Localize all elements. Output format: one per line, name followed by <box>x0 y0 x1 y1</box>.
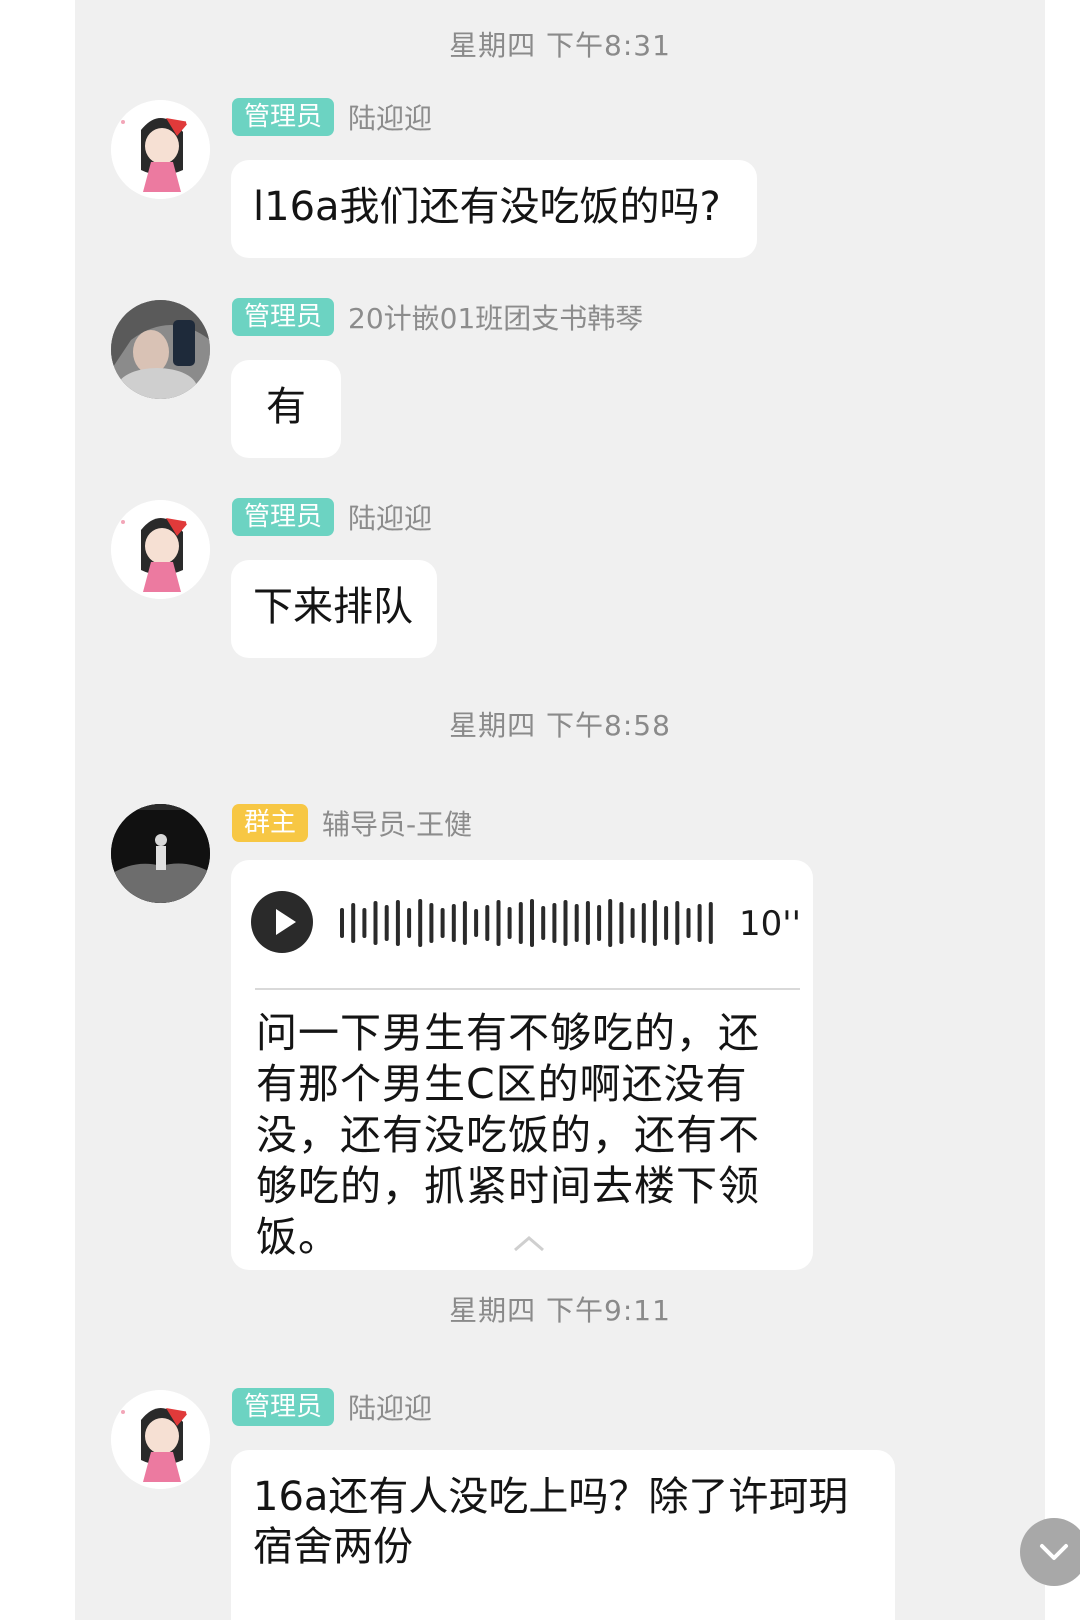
waveform-bar <box>563 900 568 946</box>
message-bubble[interactable]: 有 <box>231 360 341 458</box>
message-meta: 管理员 陆迎迎 <box>232 98 432 136</box>
admin-badge: 管理员 <box>232 498 335 536</box>
waveform-bar <box>652 900 657 946</box>
sender-name[interactable]: 陆迎迎 <box>348 1387 432 1427</box>
avatar[interactable] <box>111 1390 210 1489</box>
waveform-bar <box>518 902 523 944</box>
waveform-bar <box>597 905 602 941</box>
waveform-bar <box>496 900 501 946</box>
message-meta: 管理员 陆迎迎 <box>232 1388 432 1426</box>
scroll-down-button[interactable] <box>1020 1518 1080 1586</box>
voice-duration: 10'' <box>739 904 801 944</box>
waveform-bar <box>351 903 356 943</box>
admin-badge: 管理员 <box>232 1388 335 1426</box>
avatar[interactable] <box>111 804 210 903</box>
avatar[interactable] <box>111 100 210 199</box>
waveform-bar <box>373 901 378 945</box>
sender-name[interactable]: 辅导员-王健 <box>322 803 472 843</box>
divider <box>255 988 800 990</box>
waveform-bar <box>574 904 579 942</box>
waveform-bar <box>395 900 400 946</box>
avatar-cartoon-girl-icon <box>111 1390 210 1489</box>
avatar-cartoon-girl-icon <box>111 500 210 599</box>
avatar-stage-photo-icon <box>111 804 210 903</box>
voice-message-bubble[interactable]: 10'' 问一下男生有不够吃的，还有那个男生C区的啊还没有没，还有没吃饭的，还有… <box>231 860 813 1270</box>
avatar-photo-icon <box>111 300 210 399</box>
avatar[interactable] <box>111 500 210 599</box>
waveform-bar <box>697 904 702 942</box>
waveform-bar <box>552 903 557 943</box>
waveform-bar <box>630 908 635 938</box>
avatar-cartoon-girl-icon <box>111 100 210 199</box>
message-meta: 管理员 20计嵌01班团支书韩琴 <box>232 298 643 336</box>
timestamp: 星期四 下午8:58 <box>449 709 671 742</box>
waveform-bar <box>675 901 680 945</box>
admin-badge: 管理员 <box>232 98 335 136</box>
waveform-bar <box>686 908 691 938</box>
message-meta: 群主 辅导员-王健 <box>232 804 472 842</box>
waveform-bar <box>619 902 624 944</box>
owner-badge: 群主 <box>232 804 309 842</box>
avatar[interactable] <box>111 300 210 399</box>
message-bubble[interactable]: 下来排队 <box>231 560 437 658</box>
play-icon[interactable] <box>251 891 313 953</box>
message-bubble[interactable]: l16a我们还有没吃饭的吗? <box>231 160 757 258</box>
timestamp: 星期四 下午8:31 <box>449 29 671 62</box>
sender-name[interactable]: 陆迎迎 <box>348 497 432 537</box>
message-meta: 管理员 陆迎迎 <box>232 498 432 536</box>
waveform-bar <box>641 903 646 943</box>
collapse-chevron-icon[interactable] <box>511 1232 547 1254</box>
waveform-bar <box>340 908 344 938</box>
waveform-bar <box>541 906 546 940</box>
waveform-bar <box>485 905 490 941</box>
waveform-bar <box>429 903 434 943</box>
sender-name[interactable]: 20计嵌01班团支书韩琴 <box>348 297 643 337</box>
waveform-bar <box>507 907 512 939</box>
waveform-bar <box>362 908 367 938</box>
waveform-bar <box>407 908 412 938</box>
waveform-bar <box>664 906 669 940</box>
voice-waveform-icon <box>340 899 713 947</box>
waveform-bar <box>384 905 389 941</box>
waveform-bar <box>708 902 713 944</box>
chat-area: 星期四 下午8:31 管理员 陆迎迎 l16a我们还有没吃饭的吗? 管理员 20… <box>75 0 1080 1620</box>
admin-badge: 管理员 <box>232 298 335 336</box>
waveform-bar <box>440 908 445 938</box>
waveform-bar <box>451 904 456 942</box>
sender-name[interactable]: 陆迎迎 <box>348 97 432 137</box>
message-bubble[interactable]: 16a还有人没吃上吗？除了许珂玥宿舍两份 <box>231 1450 895 1620</box>
waveform-bar <box>608 899 613 947</box>
voice-transcript: 问一下男生有不够吃的，还有那个男生C区的啊还没有没，还有没吃饭的，还有不够吃的，… <box>256 1009 760 1261</box>
waveform-bar <box>585 901 590 945</box>
waveform-bar <box>462 901 467 945</box>
waveform-bar <box>474 909 479 937</box>
waveform-bar <box>530 899 534 947</box>
waveform-bar <box>418 899 423 947</box>
timestamp: 星期四 下午9:11 <box>449 1294 671 1327</box>
scroll-down-chevron-icon <box>1040 1544 1068 1560</box>
